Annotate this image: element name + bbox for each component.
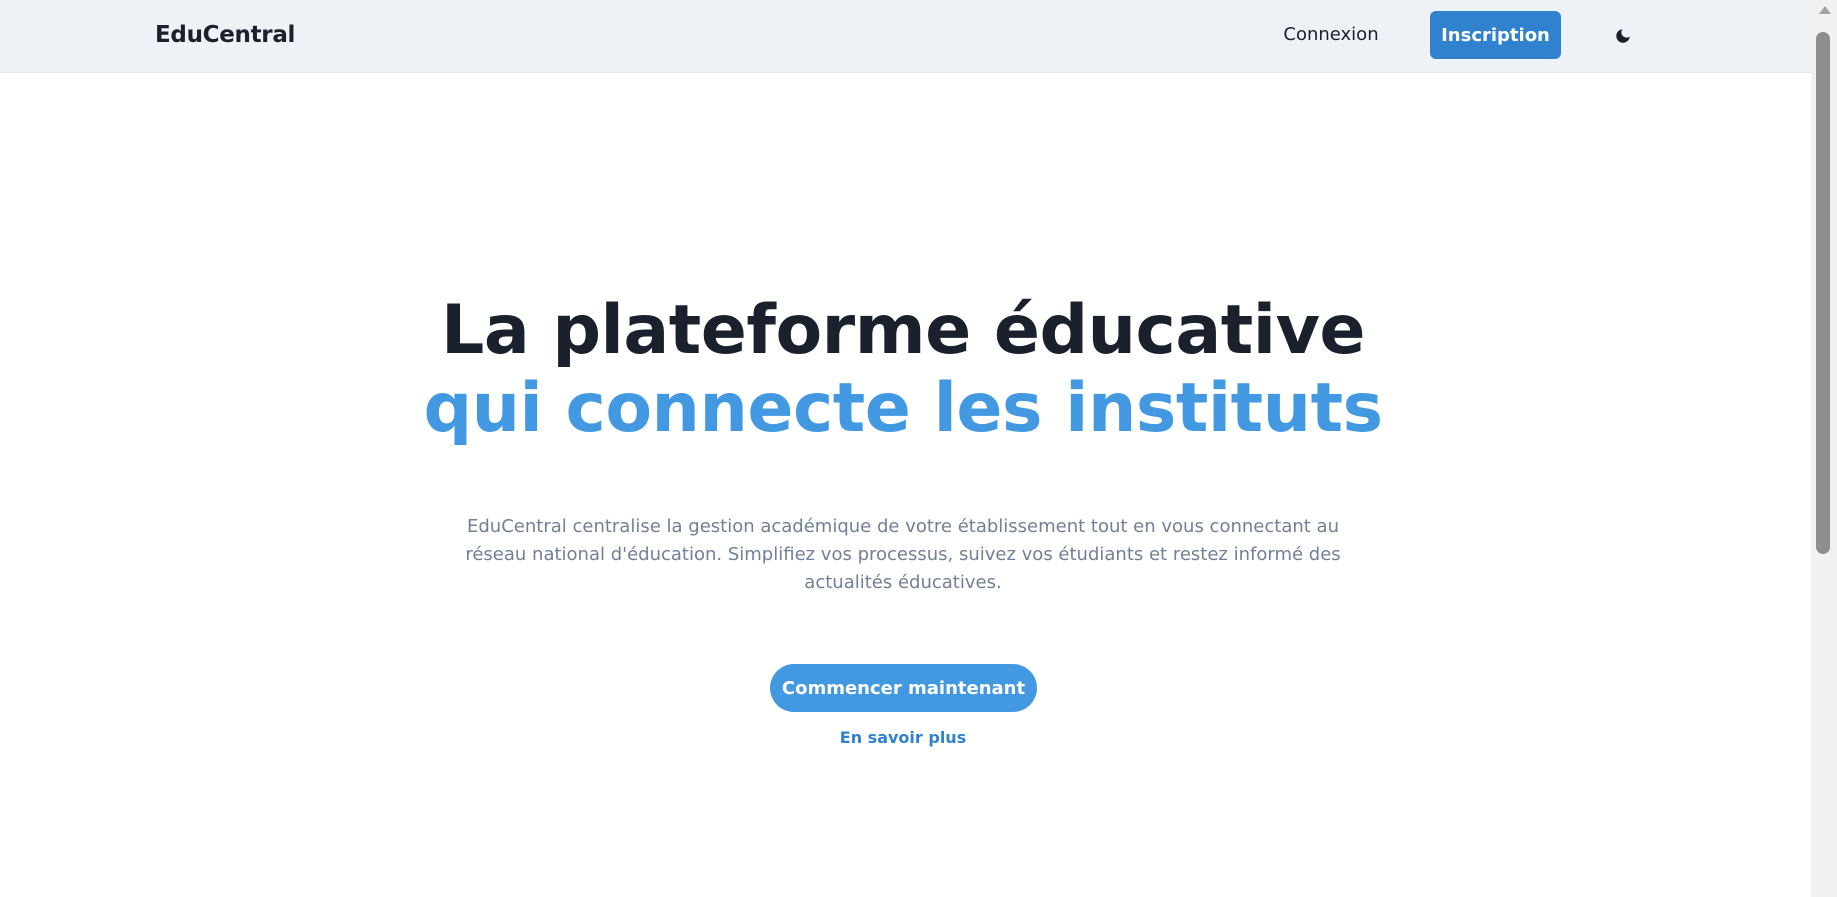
theme-toggle-button[interactable] bbox=[1609, 22, 1637, 50]
top-navbar: EduCentral Connexion Inscription bbox=[0, 0, 1811, 73]
get-started-button[interactable]: Commencer maintenant bbox=[770, 664, 1037, 712]
page-scrollbar[interactable] bbox=[1811, 0, 1837, 897]
moon-icon bbox=[1616, 29, 1630, 43]
hero-title: La plateforme éducative bbox=[440, 291, 1366, 370]
scrollbar-thumb[interactable] bbox=[1816, 32, 1830, 554]
login-link[interactable]: Connexion bbox=[1268, 24, 1394, 45]
hero-title-accent: qui connecte les instituts bbox=[423, 369, 1383, 448]
scroll-up-arrow-icon[interactable] bbox=[1819, 6, 1831, 14]
hero-description: EduCentral centralise la gestion académi… bbox=[465, 516, 1341, 593]
hero-section: La plateforme éducative qui connecte les… bbox=[0, 73, 1811, 897]
landing-page: EduCentral Connexion Inscription La plat… bbox=[0, 0, 1837, 897]
signup-button[interactable]: Inscription bbox=[1430, 11, 1561, 59]
learn-more-link[interactable]: En savoir plus bbox=[803, 728, 1003, 747]
brand-logo[interactable]: EduCentral bbox=[155, 22, 295, 48]
